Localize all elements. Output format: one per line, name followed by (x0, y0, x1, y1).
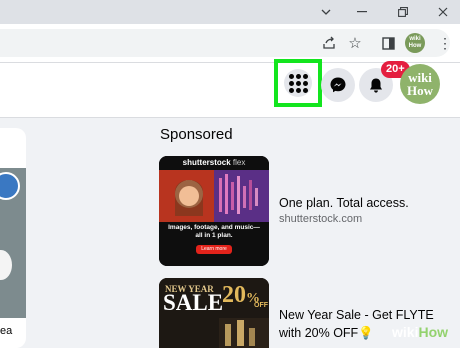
share-icon[interactable] (318, 32, 340, 54)
bookmark-star-icon[interactable]: ☆ (344, 32, 366, 54)
browser-toolbar: ☆ wiki How ⋮ (0, 24, 460, 63)
ad-caption: Images, footage, and music—all in 1 plan… (168, 224, 260, 239)
lightbulb-icon: 💡 (358, 326, 374, 340)
ad-url[interactable]: shutterstock.com (279, 213, 362, 225)
restore-icon[interactable] (393, 3, 413, 21)
ad-image-shutterstock[interactable]: shutterstock flex Images, footage, and m… (159, 156, 269, 266)
messenger-button[interactable] (321, 68, 355, 102)
minimize-icon[interactable] (352, 3, 372, 21)
ad2-title-line1[interactable]: New Year Sale - Get FLYTE (279, 308, 434, 322)
avatar-text-line2: How (407, 83, 433, 98)
ad-brand-text: shutterstock flex (182, 158, 246, 167)
ad-title[interactable]: One plan. Total access. (279, 196, 409, 210)
ad2-off: OFF (254, 302, 268, 309)
messenger-icon (330, 77, 346, 93)
profile-avatar-icon[interactable]: wiki How (405, 33, 425, 53)
account-avatar[interactable]: wiki How (400, 64, 440, 104)
grid-menu-icon (284, 69, 312, 97)
watermark: wikiHow (392, 324, 449, 340)
side-panel-icon[interactable] (377, 32, 399, 54)
bell-icon (370, 78, 382, 93)
ad-image-flyte[interactable]: NEW YEAR SALE 20% OFF (159, 278, 269, 348)
chevron-down-icon[interactable] (316, 3, 336, 21)
more-vert-icon[interactable]: ⋮ (434, 32, 456, 54)
browser-title-bar (0, 0, 460, 24)
ad2-title-line2[interactable]: with 20% OFF💡 (279, 326, 374, 341)
menu-button[interactable] (274, 59, 322, 107)
close-icon[interactable] (433, 3, 453, 21)
feed-card-text: ea (0, 325, 13, 337)
ad2-line2: SALE (163, 290, 224, 315)
sponsored-heading: Sponsored (160, 126, 233, 143)
ad-learn-more-button[interactable]: Learn more (196, 245, 232, 254)
feed-card-partial[interactable] (0, 128, 26, 348)
